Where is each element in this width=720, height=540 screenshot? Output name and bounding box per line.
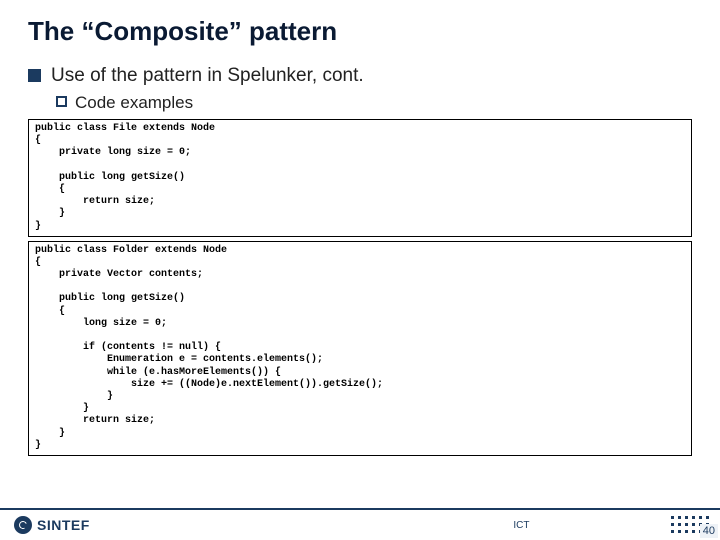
footer: SINTEF ICT [0, 508, 720, 540]
logo-text: SINTEF [37, 517, 90, 533]
square-outline-bullet-icon [56, 96, 67, 107]
code-example-folder: public class Folder extends Node { priva… [28, 241, 692, 456]
bullet-level1: Use of the pattern in Spelunker, cont. [28, 65, 692, 87]
square-bullet-icon [28, 69, 41, 82]
logo: SINTEF [14, 516, 90, 534]
slide-body: The “Composite” pattern Use of the patte… [0, 0, 720, 456]
bullet-l2-text: Code examples [75, 93, 193, 113]
bullet-level2: Code examples [28, 93, 692, 113]
page-number: 40 [700, 524, 718, 538]
code-example-file: public class File extends Node { private… [28, 119, 692, 237]
bullet-l1-text: Use of the pattern in Spelunker, cont. [51, 65, 364, 87]
logo-mark-icon [14, 516, 32, 534]
footer-label: ICT [390, 520, 653, 531]
slide-title: The “Composite” pattern [28, 16, 692, 47]
